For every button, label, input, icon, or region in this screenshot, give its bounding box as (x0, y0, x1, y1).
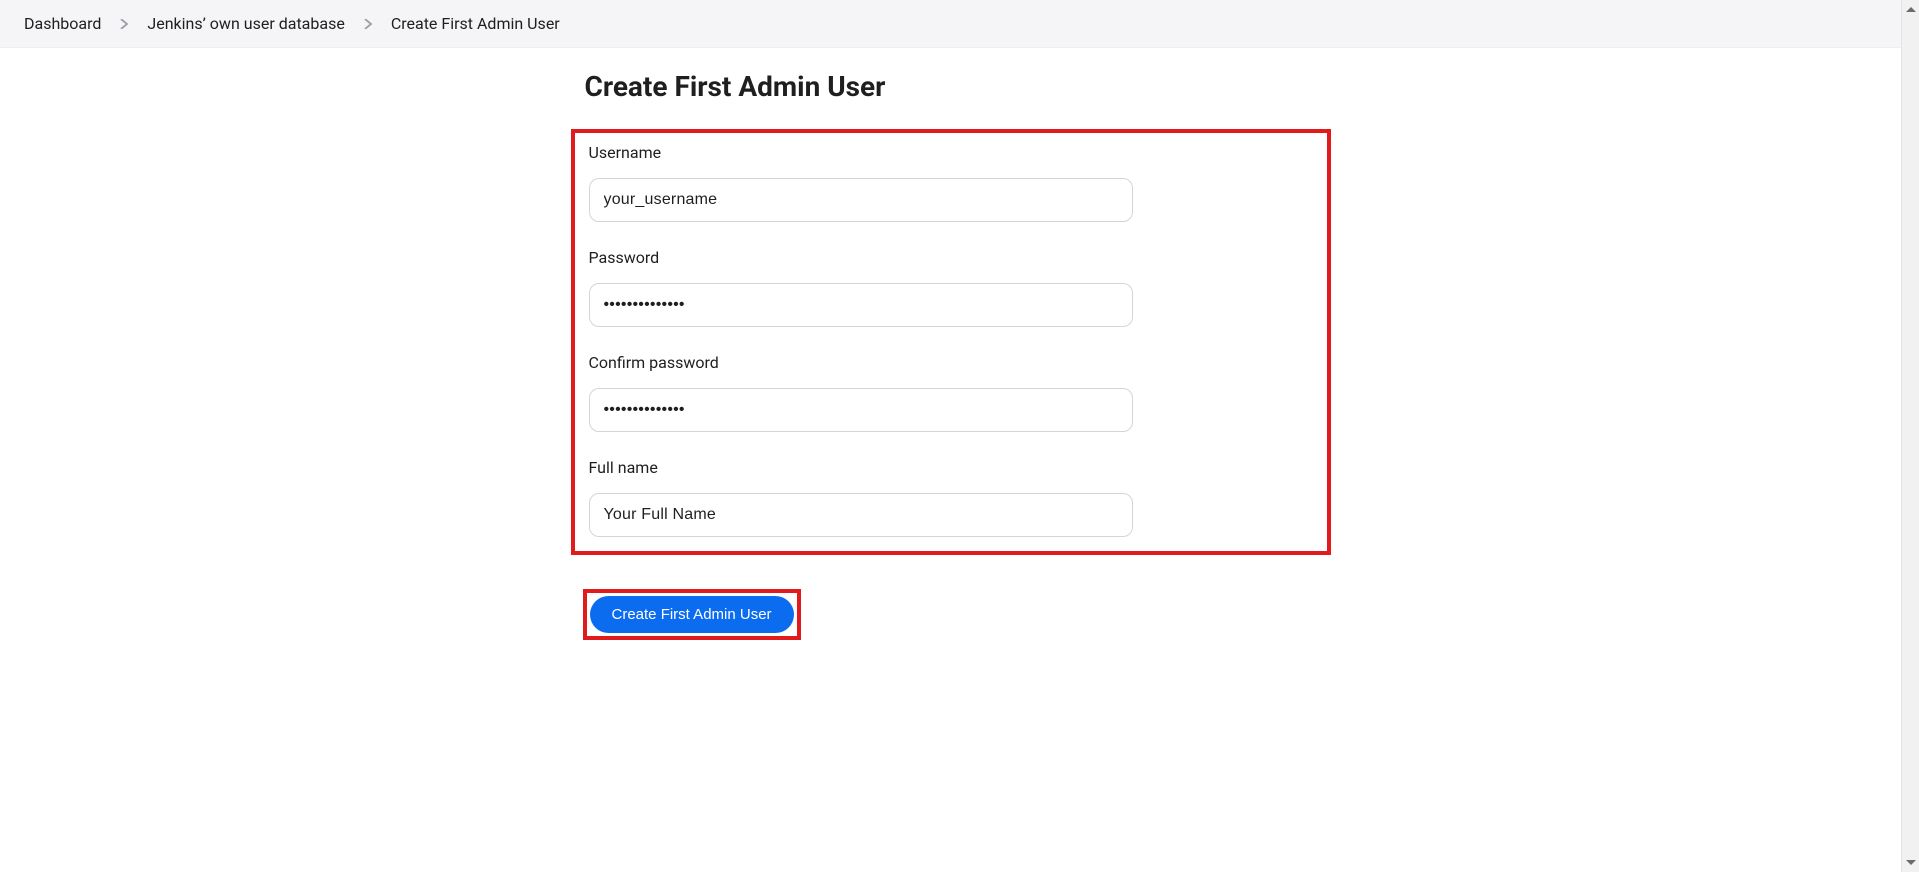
scroll-up-icon[interactable] (1903, 2, 1919, 18)
breadcrumb: Dashboard Jenkins’ own user database Cre… (0, 0, 1901, 48)
scroll-track[interactable] (1902, 18, 1919, 854)
confirm-password-input[interactable] (589, 388, 1133, 432)
scroll-down-icon[interactable] (1903, 854, 1919, 870)
submit-highlight-box: Create First Admin User (583, 589, 801, 640)
password-input[interactable] (589, 283, 1133, 327)
chevron-right-icon (363, 19, 373, 29)
create-admin-user-button[interactable]: Create First Admin User (590, 596, 794, 633)
fullname-input[interactable] (589, 493, 1133, 537)
chevron-right-icon (119, 19, 129, 29)
vertical-scrollbar[interactable] (1901, 0, 1919, 872)
breadcrumb-item-dashboard[interactable]: Dashboard (24, 14, 101, 33)
username-label: Username (589, 143, 1313, 162)
confirm-password-label: Confirm password (589, 353, 1313, 372)
breadcrumb-item-userdb[interactable]: Jenkins’ own user database (147, 14, 344, 33)
username-input[interactable] (589, 178, 1133, 222)
breadcrumb-item-current[interactable]: Create First Admin User (391, 14, 560, 33)
form-highlight-box: Username Password Confirm password Full … (571, 129, 1331, 555)
fullname-label: Full name (589, 458, 1313, 477)
password-label: Password (589, 248, 1313, 267)
page-title: Create First Admin User (585, 70, 1331, 103)
